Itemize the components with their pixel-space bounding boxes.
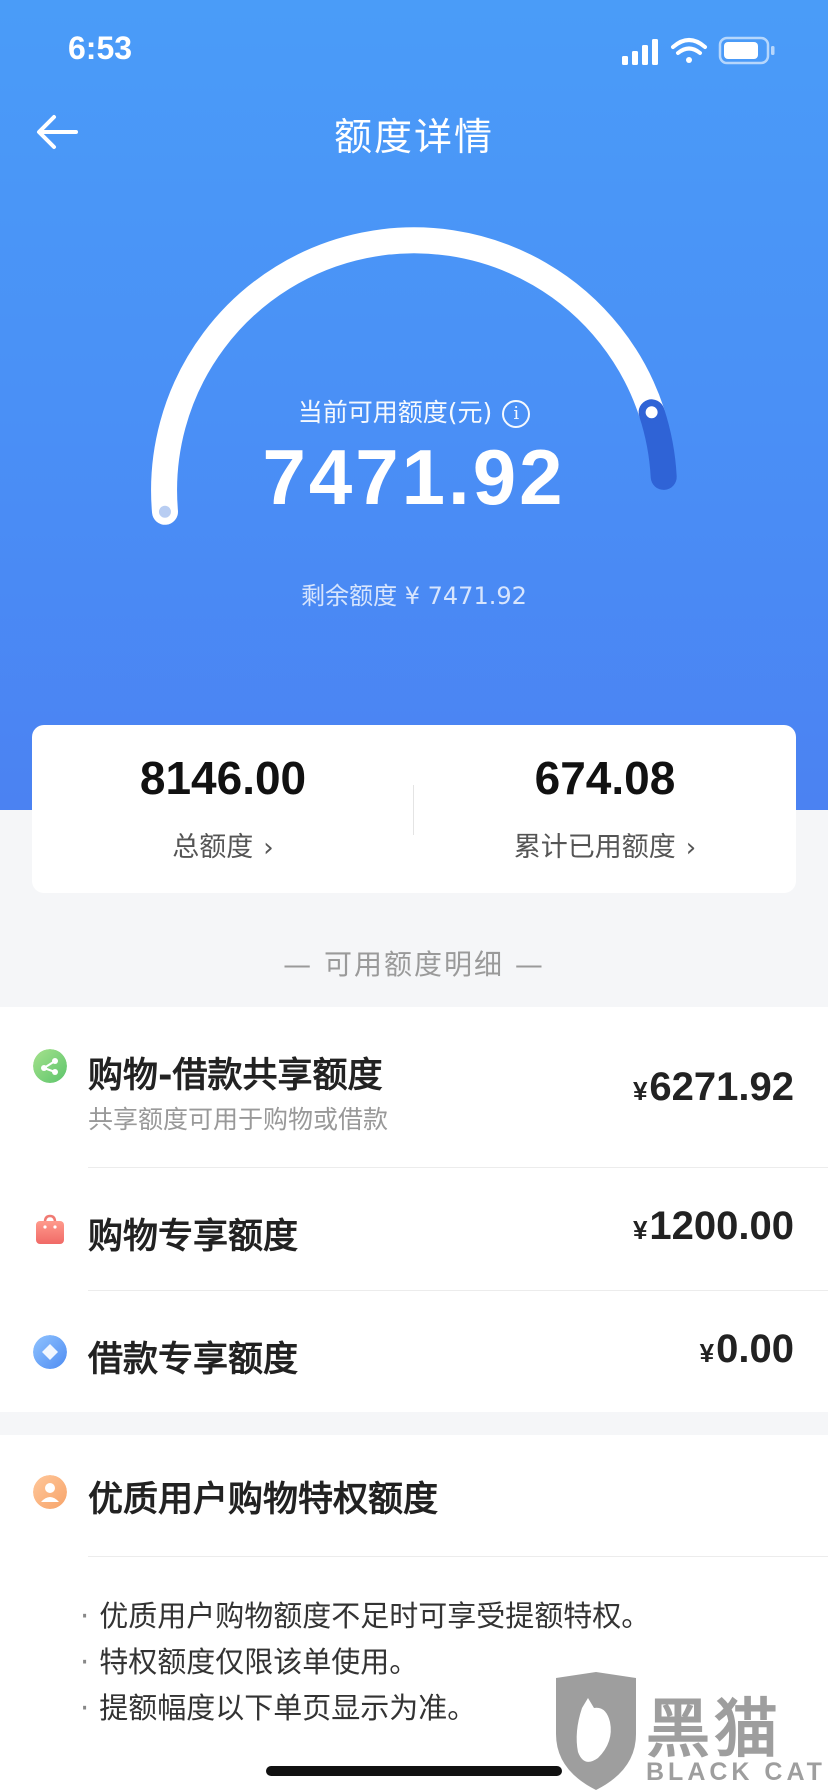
watermark-text-cn: 黑猫 — [646, 1693, 782, 1767]
list-item-amount: ¥0.00 — [700, 1327, 794, 1372]
section-title: — 可用额度明细 — — [283, 948, 545, 981]
bullet-dot: · — [80, 1645, 90, 1679]
privilege-note-text: 提额幅度以下单页显示为准。 — [99, 1691, 477, 1725]
bullet-dot: · — [80, 1691, 90, 1725]
shopping-bag-icon — [36, 1214, 64, 1244]
available-quota-label-text: 当前可用额度(元) — [297, 398, 493, 427]
amount-value: 0.00 — [716, 1327, 794, 1371]
privilege-note-text: 优质用户购物额度不足时可享受提额特权。 — [99, 1599, 651, 1633]
privilege-note: · 提额幅度以下单页显示为准。 — [80, 1685, 476, 1727]
list-item-amount: ¥1200.00 — [633, 1204, 794, 1249]
used-quota-label-text: 累计已用额度 — [513, 832, 676, 863]
privilege-divider — [88, 1556, 828, 1557]
privilege-note: · 特权额度仅限该单使用。 — [80, 1639, 418, 1681]
amount-value: 1200.00 — [649, 1204, 794, 1248]
available-quota-label: 当前可用额度(元) i — [0, 393, 828, 429]
currency-symbol: ¥ — [632, 1076, 648, 1106]
list-item-subtitle: 共享额度可用于购物或借款 — [88, 1105, 389, 1134]
currency-symbol: ¥ — [632, 1215, 648, 1245]
list-item-shopping-quota[interactable]: 购物专享额度 ¥1200.00 — [0, 1168, 828, 1290]
total-quota-value: 8146.00 — [139, 752, 307, 804]
watermark: 黑猫 BLACK CAT — [548, 1672, 828, 1792]
home-indicator — [266, 1766, 562, 1776]
total-quota-label: 总额度 › — [32, 825, 414, 864]
list-item-title: 借款专享额度 — [88, 1340, 299, 1380]
list-item-title: 购物专享额度 — [88, 1217, 299, 1257]
bullet-dot: · — [80, 1599, 90, 1633]
used-quota-button[interactable]: 674.08 累计已用额度 › — [414, 725, 796, 893]
privilege-title: 优质用户购物特权额度 — [88, 1480, 439, 1520]
list-item-title: 购物-借款共享额度 — [88, 1056, 383, 1096]
info-icon[interactable]: i — [502, 400, 531, 428]
watermark-text-en: BLACK CAT — [646, 1758, 826, 1786]
list-item-loan-quota[interactable]: 借款专享额度 ¥0.00 — [0, 1291, 828, 1412]
share-icon — [33, 1049, 67, 1083]
remaining-quota: 剩余额度 ¥ 7471.92 — [301, 582, 527, 610]
total-quota-label-text: 总额度 — [172, 832, 254, 863]
list-item-amount: ¥6271.92 — [633, 1065, 794, 1110]
diamond-icon — [33, 1335, 67, 1369]
privilege-note: · 优质用户购物额度不足时可享受提额特权。 — [80, 1593, 650, 1635]
list-item-shared-quota[interactable]: 购物-借款共享额度 共享额度可用于购物或借款 ¥6271.92 — [0, 1007, 828, 1167]
total-quota-button[interactable]: 8146.00 总额度 › — [32, 725, 414, 893]
used-quota-value: 674.08 — [534, 752, 676, 804]
quota-gauge — [151, 227, 677, 525]
chevron-right-icon: › — [685, 833, 697, 863]
summary-card: 8146.00 总额度 › 674.08 累计已用额度 › — [32, 725, 796, 893]
amount-value: 6271.92 — [649, 1065, 794, 1109]
available-quota-value: 7471.92 — [262, 433, 566, 521]
cat-shield-logo — [556, 1672, 636, 1790]
privilege-note-text: 特权额度仅限该单使用。 — [99, 1645, 419, 1679]
currency-symbol: ¥ — [699, 1338, 715, 1368]
used-quota-label: 累计已用额度 › — [414, 825, 796, 864]
user-icon — [33, 1475, 67, 1509]
chevron-right-icon: › — [263, 833, 274, 863]
quota-list: 购物-借款共享额度 共享额度可用于购物或借款 ¥6271.92 购物专享额度 ¥… — [0, 1007, 828, 1412]
